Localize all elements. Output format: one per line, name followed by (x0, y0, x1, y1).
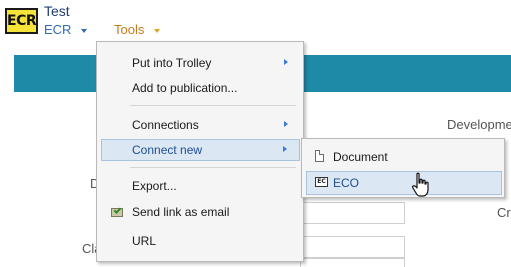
submenu-item-label: Document (333, 150, 388, 164)
submenu-item-label: ECO (333, 176, 360, 190)
tools-menu-button[interactable]: Tools (114, 22, 161, 37)
tools-menu-label: Tools (114, 22, 145, 37)
background-input-field[interactable] (300, 258, 405, 267)
menu-item-label: URL (132, 234, 157, 248)
menu-item-url[interactable]: URL (101, 230, 300, 252)
menu-item-label: Send link as email (132, 205, 230, 219)
menu-item-put-into-trolley[interactable]: Put into Trolley (101, 52, 300, 74)
page-title: Test (44, 3, 70, 19)
ecr-menu-button[interactable]: ECR (44, 22, 88, 37)
eco-icon: EC (315, 177, 328, 187)
menu-separator (130, 105, 296, 106)
menu-item-label: Add to publication... (132, 81, 238, 95)
background-input-field[interactable] (300, 236, 405, 258)
chevron-right-icon (284, 59, 288, 65)
background-label-development: Developme (447, 117, 511, 132)
menu-item-export[interactable]: Export... (101, 175, 300, 197)
submenu-item-document[interactable]: Document (306, 145, 502, 169)
background-input-field[interactable] (300, 202, 405, 224)
hand-pointer-icon (412, 172, 429, 197)
chevron-right-icon (283, 146, 287, 152)
menu-item-label: Connections (132, 118, 199, 132)
tools-dropdown-menu: Put into Trolley Add to publication... C… (96, 41, 304, 262)
ecr-logo: ECR (5, 8, 38, 34)
menu-item-add-to-publication[interactable]: Add to publication... (101, 77, 300, 99)
chevron-down-icon (81, 28, 88, 33)
ecr-menu-label: ECR (44, 22, 72, 37)
document-icon (315, 150, 324, 162)
background-label-cr: Cr (497, 205, 511, 220)
connect-new-submenu: Document EC ECO (301, 138, 505, 198)
menu-item-connections[interactable]: Connections (101, 114, 300, 136)
menu-separator (130, 167, 296, 168)
menu-item-label: Connect new (132, 143, 203, 157)
menu-item-send-link-as-email[interactable]: Send link as email (101, 201, 300, 223)
submenu-item-eco[interactable]: EC ECO (306, 171, 502, 195)
email-check-icon (111, 206, 123, 217)
menu-item-label: Export... (132, 179, 177, 193)
chevron-down-icon (154, 28, 161, 33)
menu-item-label: Put into Trolley (132, 56, 212, 70)
chevron-right-icon (284, 121, 288, 127)
menu-item-connect-new[interactable]: Connect new (101, 139, 300, 161)
